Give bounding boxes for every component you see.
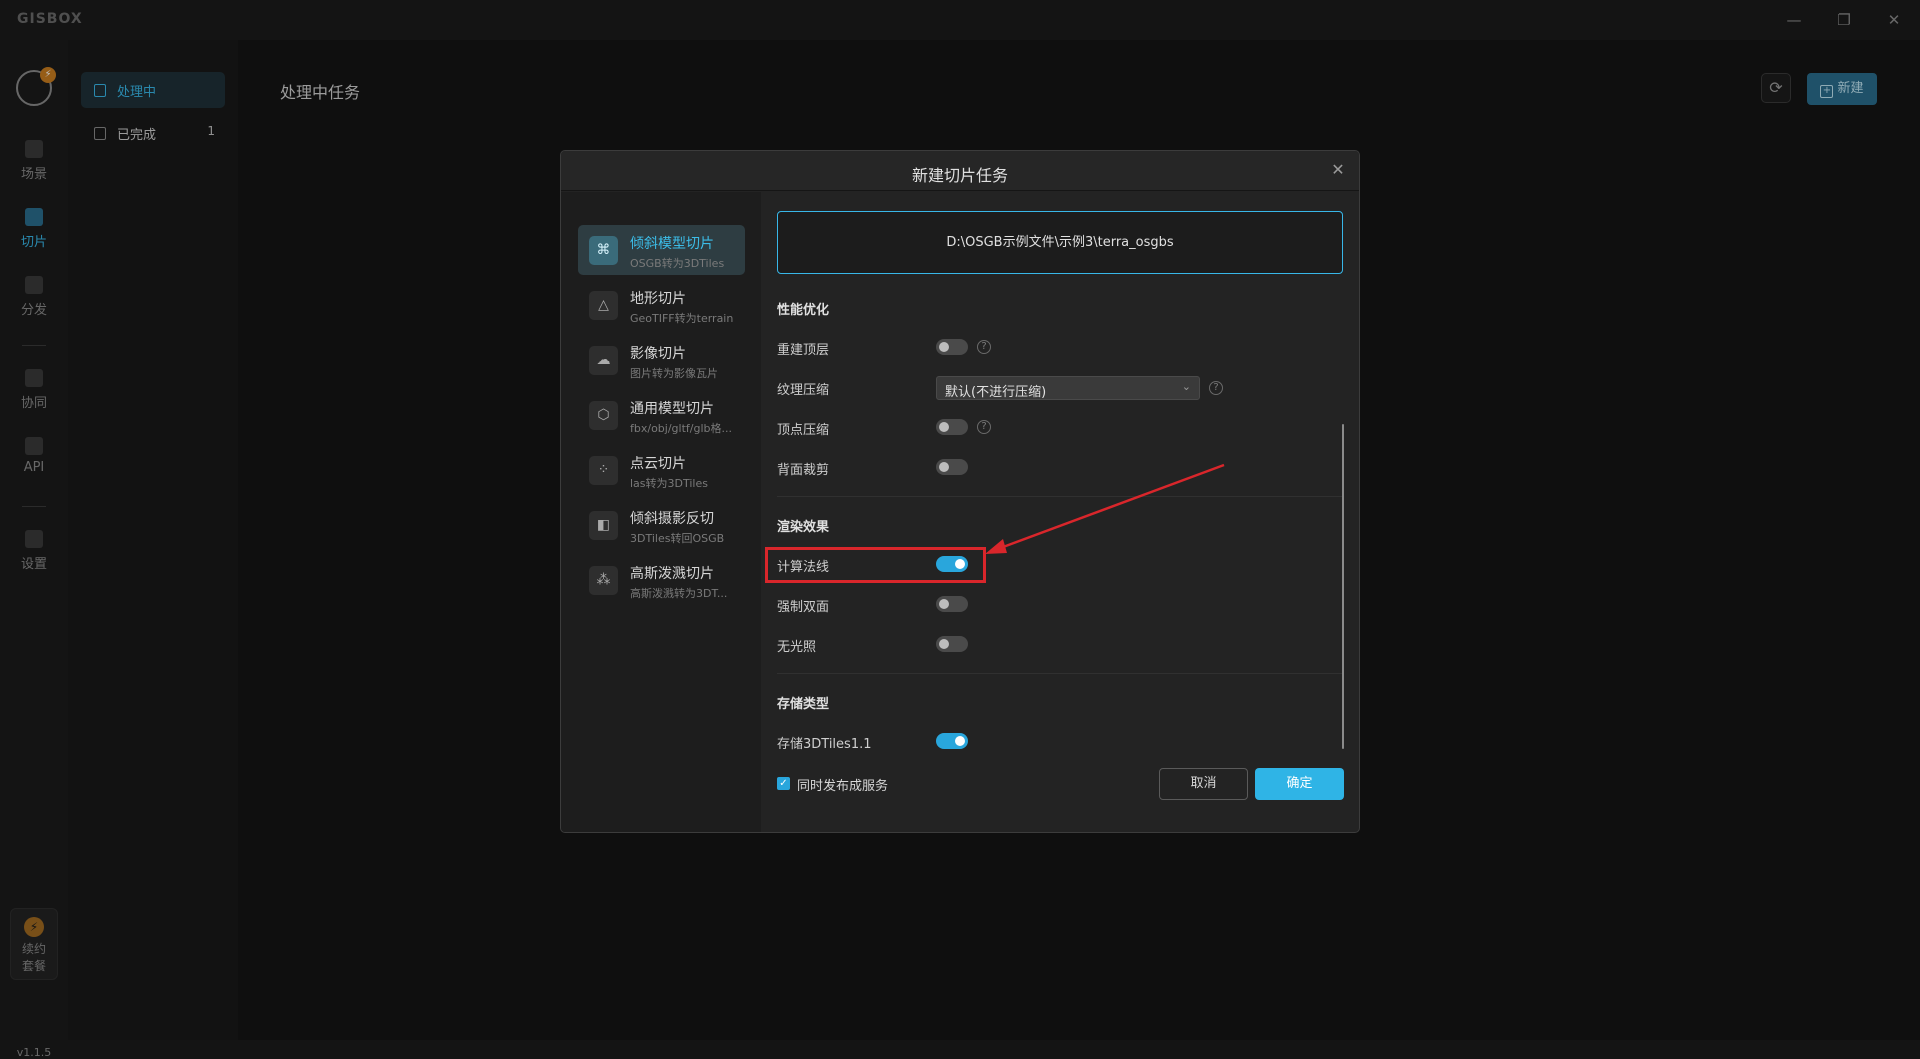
tile-type-title: 通用模型切片 [630, 401, 714, 417]
reverse-convert-icon: ◧ [589, 511, 618, 540]
tile-type-title: 倾斜摄影反切 [630, 511, 714, 527]
imagery-icon: ☁ [589, 346, 618, 375]
option-label: 纹理压缩 [777, 383, 830, 398]
select-value: 默认(不进行压缩) [945, 385, 1047, 400]
dialog-close-button[interactable]: ✕ [1327, 159, 1349, 181]
option-label: 顶点压缩 [777, 423, 830, 438]
tile-type-point-cloud[interactable]: ⁘ 点云切片 las转为3DTiles [578, 445, 745, 495]
option-label: 存储3DTiles1.1 [777, 737, 872, 752]
toggle-knob [939, 639, 949, 649]
point-cloud-icon: ⁘ [589, 456, 618, 485]
tile-type-subtitle: GeoTIFF转为terrain [630, 312, 734, 325]
publish-service-label[interactable]: 同时发布成服务 [797, 775, 888, 794]
tile-type-title: 影像切片 [630, 346, 686, 362]
cube-icon: ⬡ [589, 401, 618, 430]
oblique-model-icon: ⌘ [589, 236, 618, 265]
help-icon[interactable]: ? [1209, 381, 1223, 395]
option-label: 背面裁剪 [777, 463, 830, 478]
dialog-header: 新建切片任务 ✕ [561, 151, 1359, 191]
new-tile-task-dialog: 新建切片任务 ✕ ⌘ 倾斜模型切片 OSGB转为3DTiles △ 地形切片 G… [560, 150, 1360, 833]
tile-type-title: 高斯泼溅切片 [630, 566, 714, 582]
tile-type-title: 地形切片 [630, 291, 686, 307]
publish-service-checkbox[interactable]: ✓ [777, 777, 790, 790]
tile-type-generic-model[interactable]: ⬡ 通用模型切片 fbx/obj/gltf/glb格... [578, 390, 745, 440]
chevron-down-icon: ⌄ [1181, 380, 1191, 393]
toggle-knob [939, 599, 949, 609]
texture-compress-select[interactable]: 默认(不进行压缩) ⌄ [936, 376, 1200, 400]
tile-type-subtitle: las转为3DTiles [630, 477, 708, 490]
rebuild-top-toggle[interactable] [936, 339, 968, 355]
section-render: 渲染效果 [777, 520, 830, 535]
app-version: v1.1.5 [16, 1046, 52, 1059]
terrain-icon: △ [589, 291, 618, 320]
confirm-button[interactable]: 确定 [1255, 768, 1344, 800]
option-label: 强制双面 [777, 600, 830, 615]
help-icon[interactable]: ? [977, 420, 991, 434]
option-label: 无光照 [777, 640, 817, 655]
tile-type-subtitle: 3DTiles转回OSGB [630, 532, 725, 545]
store-3dtiles11-toggle[interactable] [936, 733, 968, 749]
tile-type-imagery[interactable]: ☁ 影像切片 图片转为影像瓦片 [578, 335, 745, 385]
toggle-knob [955, 736, 965, 746]
tile-type-list: ⌘ 倾斜模型切片 OSGB转为3DTiles △ 地形切片 GeoTIFF转为t… [561, 192, 761, 832]
backface-cull-toggle[interactable] [936, 459, 968, 475]
vertex-compress-toggle[interactable] [936, 419, 968, 435]
tile-type-subtitle: fbx/obj/gltf/glb格... [630, 422, 732, 435]
tile-type-subtitle: 图片转为影像瓦片 [630, 367, 718, 380]
close-icon: ✕ [1331, 160, 1345, 179]
option-label: 重建顶层 [777, 343, 830, 358]
toggle-knob [939, 342, 949, 352]
tile-type-reverse-oblique[interactable]: ◧ 倾斜摄影反切 3DTiles转回OSGB [578, 500, 745, 550]
tile-type-oblique-model[interactable]: ⌘ 倾斜模型切片 OSGB转为3DTiles [578, 225, 745, 275]
tile-type-gaussian-splat[interactable]: ⁂ 高斯泼溅切片 高斯泼溅转为3DT... [578, 555, 745, 605]
cancel-button[interactable]: 取消 [1159, 768, 1248, 800]
section-divider [777, 673, 1343, 674]
annotation-arrow [985, 463, 1225, 554]
dialog-title: 新建切片任务 [911, 166, 1008, 185]
tile-type-title: 点云切片 [630, 456, 686, 472]
source-path-field[interactable]: D:\OSGB示例文件\示例3\terra_osgbs [777, 211, 1343, 274]
no-lighting-toggle[interactable] [936, 636, 968, 652]
tile-type-subtitle: OSGB转为3DTiles [630, 257, 725, 270]
tile-type-subtitle: 高斯泼溅转为3DT... [630, 587, 728, 600]
toggle-knob [939, 422, 949, 432]
help-icon[interactable]: ? [977, 340, 991, 354]
tile-type-terrain[interactable]: △ 地形切片 GeoTIFF转为terrain [578, 280, 745, 330]
section-performance: 性能优化 [777, 303, 830, 318]
section-storage: 存储类型 [777, 697, 830, 712]
annotation-highlight-box [765, 547, 986, 583]
tile-type-title: 倾斜模型切片 [630, 236, 714, 252]
gaussian-splat-icon: ⁂ [589, 566, 618, 595]
force-double-side-toggle[interactable] [936, 596, 968, 612]
settings-scrollbar[interactable] [1342, 424, 1344, 749]
toggle-knob [939, 462, 949, 472]
